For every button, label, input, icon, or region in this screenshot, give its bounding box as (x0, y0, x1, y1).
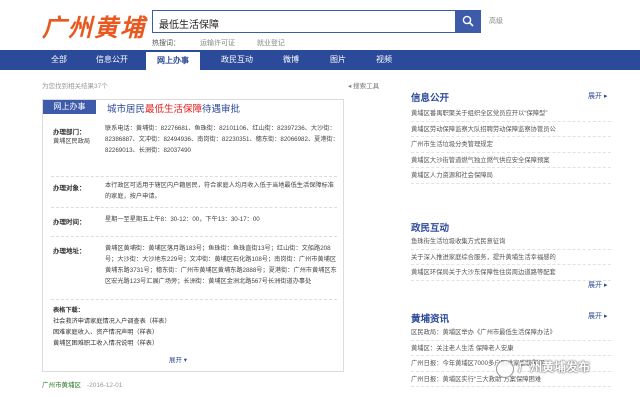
address-text: 黄埔区黄埔街：黄埔区落月路183号；鱼珠街：鱼珠直街13号；红山街：文船路208… (105, 245, 337, 285)
expand-news-button[interactable]: 展开 ▸ (588, 311, 607, 321)
expand-label: 展开 (588, 313, 602, 320)
source-link[interactable]: 广州市黄埔区 (42, 382, 81, 389)
divider (51, 236, 337, 237)
title-part: 城市居民 (107, 104, 146, 115)
header: 广州黄埔 最低生活保障 高级 热搜词： 运输许可证 就业登记 (0, 0, 640, 48)
interaction-list: 鱼珠街生活垃圾收集方式民意征询 关于深入推进家庭综合服务，提升黄埔生活幸福感的 … (411, 234, 611, 281)
result-card: 网上办事 城市居民最低生活保障待遇审批 办理部门： 黄埔区民政局 联系电话：黄埔… (42, 99, 344, 372)
search-button[interactable] (456, 10, 481, 33)
form-download-link[interactable]: 困难家庭收入、资产情况声明（样表） (53, 328, 158, 338)
search-icon (462, 15, 474, 27)
result-title-link[interactable]: 城市居民最低生活保障待遇审批 (107, 101, 240, 115)
address-label: 办理地址： (53, 248, 86, 255)
tab-interaction[interactable]: 政民互动 (212, 50, 262, 70)
expand-label: 展开 (169, 357, 182, 364)
expand-button[interactable]: 展开 ▾ (169, 354, 187, 364)
contact-phones: 联系电话：黄埔街：82276681、鱼珠街：82101106、红山街：82397… (105, 125, 339, 154)
search-tools-button[interactable]: ◂ 搜索工具 (348, 80, 379, 90)
hot-search-terms: 热搜词： 运输许可证 就业登记 (152, 38, 305, 48)
section-title-info[interactable]: 信息公开 (411, 90, 449, 104)
expand-interaction-button[interactable]: 展开 ▸ (588, 280, 607, 290)
target-label: 办理对象： (53, 185, 86, 192)
title-highlight: 最低生活保障 (145, 104, 203, 115)
list-item[interactable]: 黄埔区劳动保障监察大队招聘劳动保障监察协管员公 (411, 122, 611, 137)
hot-search-label: 热搜词： (152, 40, 180, 47)
hot-term-link[interactable]: 就业登记 (257, 40, 285, 47)
tab-info-disclosure[interactable]: 信息公开 (88, 50, 136, 70)
main-nav: 全部 信息公开 网上办事 政民互动 微博 图片 视频 (0, 50, 640, 70)
divider (51, 299, 337, 300)
search-tools-label: 搜索工具 (353, 83, 380, 90)
dept-label: 办理部门： (53, 129, 86, 136)
time-text: 星期一至星期五上午8：30-12：00，下午13：30-17：00 (105, 216, 260, 223)
list-item[interactable]: 广州市生活垃圾分类管理规定 (411, 137, 611, 153)
watermark-text: 广州黄埔发布 (518, 360, 591, 374)
result-source: 广州市黄埔区 -2016-12-01 (42, 379, 122, 389)
result-count: 为您找到相关结果37个 (42, 83, 108, 90)
site-logo[interactable]: 广州黄埔 (42, 8, 146, 43)
expand-info-button[interactable]: 展开 ▸ (588, 91, 607, 101)
list-item[interactable]: 黄埔区环保局关于大沙东保障性住房周边道路等配套 (411, 265, 611, 281)
target-text: 本行政区可适用于辖区内户籍居民，符合家庭人均月收入低于当地最低生活保障标准的家庭… (105, 182, 334, 200)
info-list: 黄埔区番禺职聚关于组织全区党员应开以“保障型” 黄埔区劳动保障监察大队招聘劳动保… (411, 106, 611, 184)
expand-label: 展开 (588, 93, 602, 100)
tab-weibo[interactable]: 微博 (274, 50, 308, 70)
hot-term-link[interactable]: 运输许可证 (200, 40, 235, 47)
title-part: 待遇审批 (202, 104, 241, 115)
list-item[interactable]: 关于深入推进家庭综合服务，提升黄埔生活幸福感的 (411, 250, 611, 265)
time-label: 办理时间： (53, 219, 86, 226)
list-item[interactable]: 区民政局：黄埔区举办《广州市最低生活保障办法》 (411, 325, 611, 341)
wechat-icon (496, 360, 514, 378)
divider (51, 207, 337, 208)
section-title-interaction[interactable]: 政民互动 (411, 220, 449, 234)
category-tag: 网上办事 (43, 100, 96, 114)
divider (51, 176, 337, 177)
chevron-right-icon: ▸ (602, 93, 608, 100)
tab-videos[interactable]: 视频 (366, 50, 402, 70)
search-input[interactable]: 最低生活保障 (152, 10, 456, 33)
expand-label: 展开 (588, 282, 602, 289)
list-item[interactable]: 黄埔区：关注老人生活 保障老人安康 (411, 341, 611, 356)
tab-all[interactable]: 全部 (42, 50, 76, 70)
form-download-link[interactable]: 社会救济申请家庭情况入户调查表（样表） (53, 317, 171, 327)
section-title-news[interactable]: 黄埔资讯 (411, 311, 449, 325)
list-item[interactable]: 鱼珠街生活垃圾收集方式民意征询 (411, 234, 611, 250)
tab-online-services[interactable]: 网上办事 (146, 50, 200, 70)
chevron-right-icon: ▸ (602, 282, 608, 289)
tab-images[interactable]: 图片 (320, 50, 356, 70)
dept-value: 黄埔区民政局 (53, 138, 91, 145)
chevron-right-icon: ▸ (602, 313, 608, 320)
search-input-value: 最低生活保障 (159, 20, 219, 31)
list-item[interactable]: 黄埔区大沙街管道燃气独立燃气供应安全保障预案 (411, 153, 611, 168)
result-date: -2016-12-01 (87, 382, 123, 389)
advanced-search-link[interactable]: 高级 (489, 16, 503, 26)
list-item[interactable]: 黄埔区人力资源和社会保障局 (411, 168, 611, 184)
form-download-link[interactable]: 黄埔区困难职工收入情况说明（样表） (53, 339, 158, 349)
forms-label: 表格下载： (53, 307, 84, 314)
list-item[interactable]: 黄埔区番禺职聚关于组织全区党员应开以“保障型” (411, 106, 611, 122)
chevron-down-icon: ▾ (182, 357, 188, 364)
